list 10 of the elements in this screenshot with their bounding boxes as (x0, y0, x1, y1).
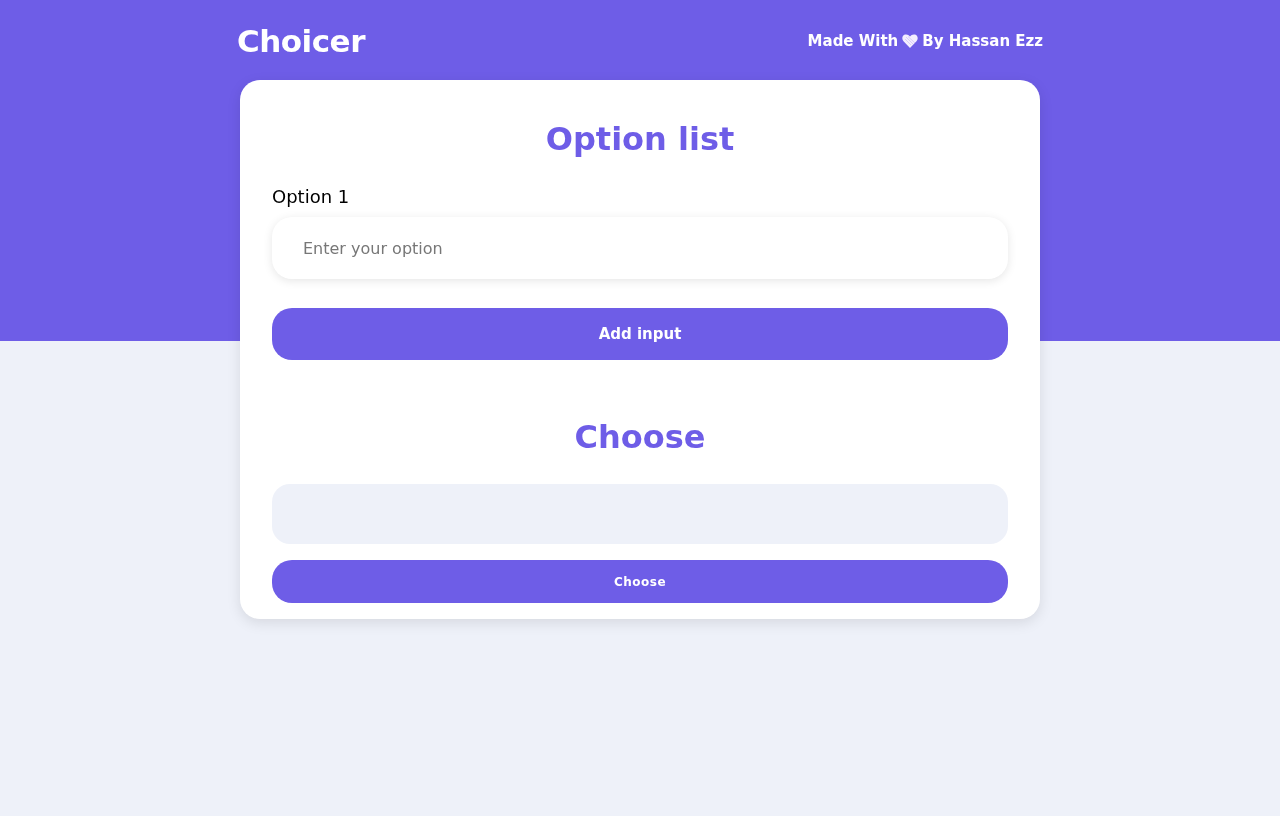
credit-text: By Hassan Ezz (922, 31, 1043, 50)
heart-icon (902, 33, 919, 48)
section-title: Choose (573, 418, 707, 456)
logo: Choicer (237, 22, 365, 59)
add-input-button[interactable]: Add input (272, 308, 1008, 360)
option-input-field[interactable]: Enter your option (272, 217, 1008, 279)
section-title: Option list (544, 120, 736, 158)
field-label: Option 1 (272, 186, 351, 207)
credit-text: Made With (807, 31, 899, 50)
choose-button[interactable]: Choose (272, 560, 1008, 603)
